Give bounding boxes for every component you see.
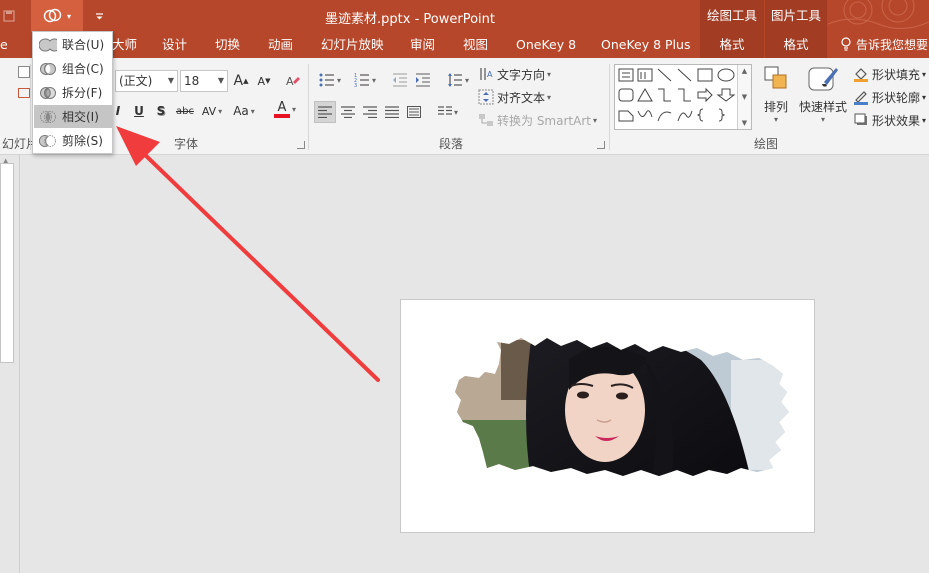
intersect-icon <box>40 110 56 123</box>
union-icon <box>39 37 57 52</box>
menu-item-label: 组合(C) <box>62 62 104 76</box>
menu-item-label: 剪除(S) <box>62 134 103 148</box>
menu-item-union[interactable]: 联合(U) <box>34 33 113 56</box>
menu-item-combine[interactable]: 组合(C) <box>34 57 113 80</box>
combine-icon <box>40 62 56 75</box>
merge-shapes-menu: 联合(U) 组合(C) 拆分(F) 相交(I) 剪除(S) <box>32 31 113 154</box>
menu-item-intersect[interactable]: 相交(I) <box>34 105 113 128</box>
menu-item-label: 联合(U) <box>62 38 105 52</box>
menu-item-label: 相交(I) <box>62 110 99 124</box>
menu-item-label: 拆分(F) <box>62 86 103 100</box>
fragment-icon <box>40 86 56 99</box>
annotation-arrow <box>116 126 380 382</box>
subtract-icon <box>39 134 56 147</box>
menu-item-fragment[interactable]: 拆分(F) <box>34 81 113 104</box>
menu-item-subtract[interactable]: 剪除(S) <box>34 129 113 152</box>
